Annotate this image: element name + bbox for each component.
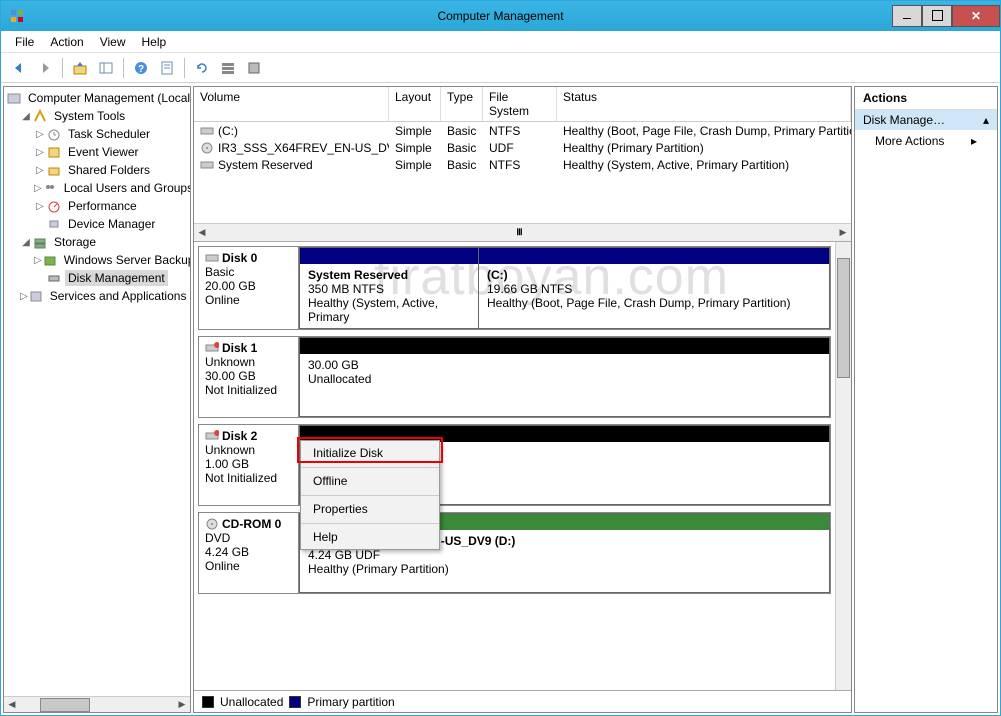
disc-icon [200,141,214,155]
disk-row[interactable]: CD-ROM 0 DVD 4.24 GB Online IR3_SSS_X64F… [198,512,831,594]
svg-text:?: ? [138,64,144,75]
menu-action[interactable]: Action [42,33,91,51]
tree-device-manager[interactable]: Device Manager [6,215,188,233]
properties-button[interactable] [155,56,179,80]
disk-info[interactable]: CD-ROM 0 DVD 4.24 GB Online [199,513,299,593]
tree-performance[interactable]: ▷Performance [6,197,188,215]
show-hide-tree-button[interactable] [94,56,118,80]
actions-more[interactable]: More Actions▸ [855,130,997,152]
settings-button[interactable] [242,56,266,80]
disk-unknown-icon [205,341,219,355]
disk-info[interactable]: Disk 1 Unknown 30.00 GB Not Initialized [199,337,299,417]
collapse-icon: ▴ [983,113,989,127]
partition-bar [300,338,829,354]
disk-info[interactable]: Disk 0 Basic 20.00 GB Online [199,247,299,329]
volume-hscrollbar[interactable]: ◀Ⅲ▶ [194,223,851,241]
up-button[interactable] [68,56,92,80]
disk-graphical-view[interactable]: Disk 0 Basic 20.00 GB Online System Rese… [194,242,851,690]
tree-storage[interactable]: ◢Storage [6,233,188,251]
disk-row[interactable]: Disk 2 Unknown 1.00 GB Not Initialized [198,424,831,506]
maximize-button[interactable] [922,5,952,27]
col-volume[interactable]: Volume [194,87,389,121]
menubar: File Action View Help [1,31,1000,53]
col-type[interactable]: Type [441,87,483,121]
actions-selected[interactable]: Disk Manage…▴ [855,110,997,130]
disk-row[interactable]: Disk 1 Unknown 30.00 GB Not Initialized … [198,336,831,418]
drive-icon [200,124,214,138]
tree-services-apps[interactable]: ▷Services and Applications [6,287,188,305]
disk-info[interactable]: Disk 2 Unknown 1.00 GB Not Initialized [199,425,299,505]
tree-local-users[interactable]: ▷Local Users and Groups [6,179,188,197]
actions-title: Actions [855,87,997,110]
partition-bar [479,248,829,264]
tree-system-tools[interactable]: ◢System Tools [6,107,188,125]
toolbar: ? [1,53,1000,83]
context-menu: Initialize Disk Offline Properties Help [300,440,440,550]
tree-windows-server-backup[interactable]: ▷Windows Server Backup [6,251,188,269]
ctx-initialize-disk[interactable]: Initialize Disk [301,441,439,465]
back-button[interactable] [7,56,31,80]
disk-row[interactable]: Disk 0 Basic 20.00 GB Online System Rese… [198,246,831,330]
actions-pane: Actions Disk Manage…▴ More Actions▸ [854,86,998,713]
chevron-right-icon: ▸ [971,134,977,148]
partition-bar [300,248,478,264]
volume-list[interactable]: Volume Layout Type File System Status (C… [194,87,851,242]
tree-disk-management[interactable]: Disk Management [6,269,188,287]
help-button[interactable]: ? [129,56,153,80]
volume-row[interactable]: IR3_SSS_X64FREV_EN-US_DV9 (D:) Simple Ba… [194,139,851,156]
menu-help[interactable]: Help [134,33,175,51]
partition-box[interactable]: 30.00 GBUnallocated [299,337,830,417]
col-filesystem[interactable]: File System [483,87,557,121]
disk-icon [205,251,219,265]
tree-event-viewer[interactable]: ▷Event Viewer [6,143,188,161]
drive-icon [200,158,214,172]
tree-hscrollbar[interactable]: ◀▶ [4,696,190,712]
col-layout[interactable]: Layout [389,87,441,121]
menu-file[interactable]: File [7,33,42,51]
titlebar[interactable]: Computer Management [1,1,1000,31]
partition-box[interactable]: (C:)19.66 GB NTFSHealthy (Boot, Page Fil… [478,247,830,329]
volume-header[interactable]: Volume Layout Type File System Status [194,87,851,122]
app-icon [9,8,25,24]
tree-shared-folders[interactable]: ▷Shared Folders [6,161,188,179]
ctx-properties[interactable]: Properties [301,495,439,521]
main-panel: firatboyan.com Volume Layout Type File S… [193,86,852,713]
legend-swatch-unallocated [202,696,214,708]
disk-list-button[interactable] [216,56,240,80]
minimize-button[interactable] [892,5,922,27]
close-button[interactable] [952,5,1000,27]
volume-row[interactable]: (C:) Simple Basic NTFS Healthy (Boot, Pa… [194,122,851,139]
volume-row[interactable]: System Reserved Simple Basic NTFS Health… [194,156,851,173]
menu-view[interactable]: View [92,33,134,51]
ctx-help[interactable]: Help [301,523,439,549]
window-title: Computer Management [437,9,563,23]
ctx-offline[interactable]: Offline [301,467,439,493]
disk-vscrollbar[interactable] [835,242,851,690]
legend-swatch-primary [289,696,301,708]
forward-button[interactable] [33,56,57,80]
legend: Unallocated Primary partition [194,690,851,712]
tree-root[interactable]: Computer Management (Local [6,89,188,107]
tree-task-scheduler[interactable]: ▷Task Scheduler [6,125,188,143]
col-status[interactable]: Status [557,87,851,121]
nav-tree[interactable]: Computer Management (Local ◢System Tools… [3,86,191,713]
cdrom-icon [205,517,219,531]
partition-box[interactable]: System Reserved350 MB NTFSHealthy (Syste… [299,247,479,329]
disk-unknown-icon [205,429,219,443]
refresh-button[interactable] [190,56,214,80]
